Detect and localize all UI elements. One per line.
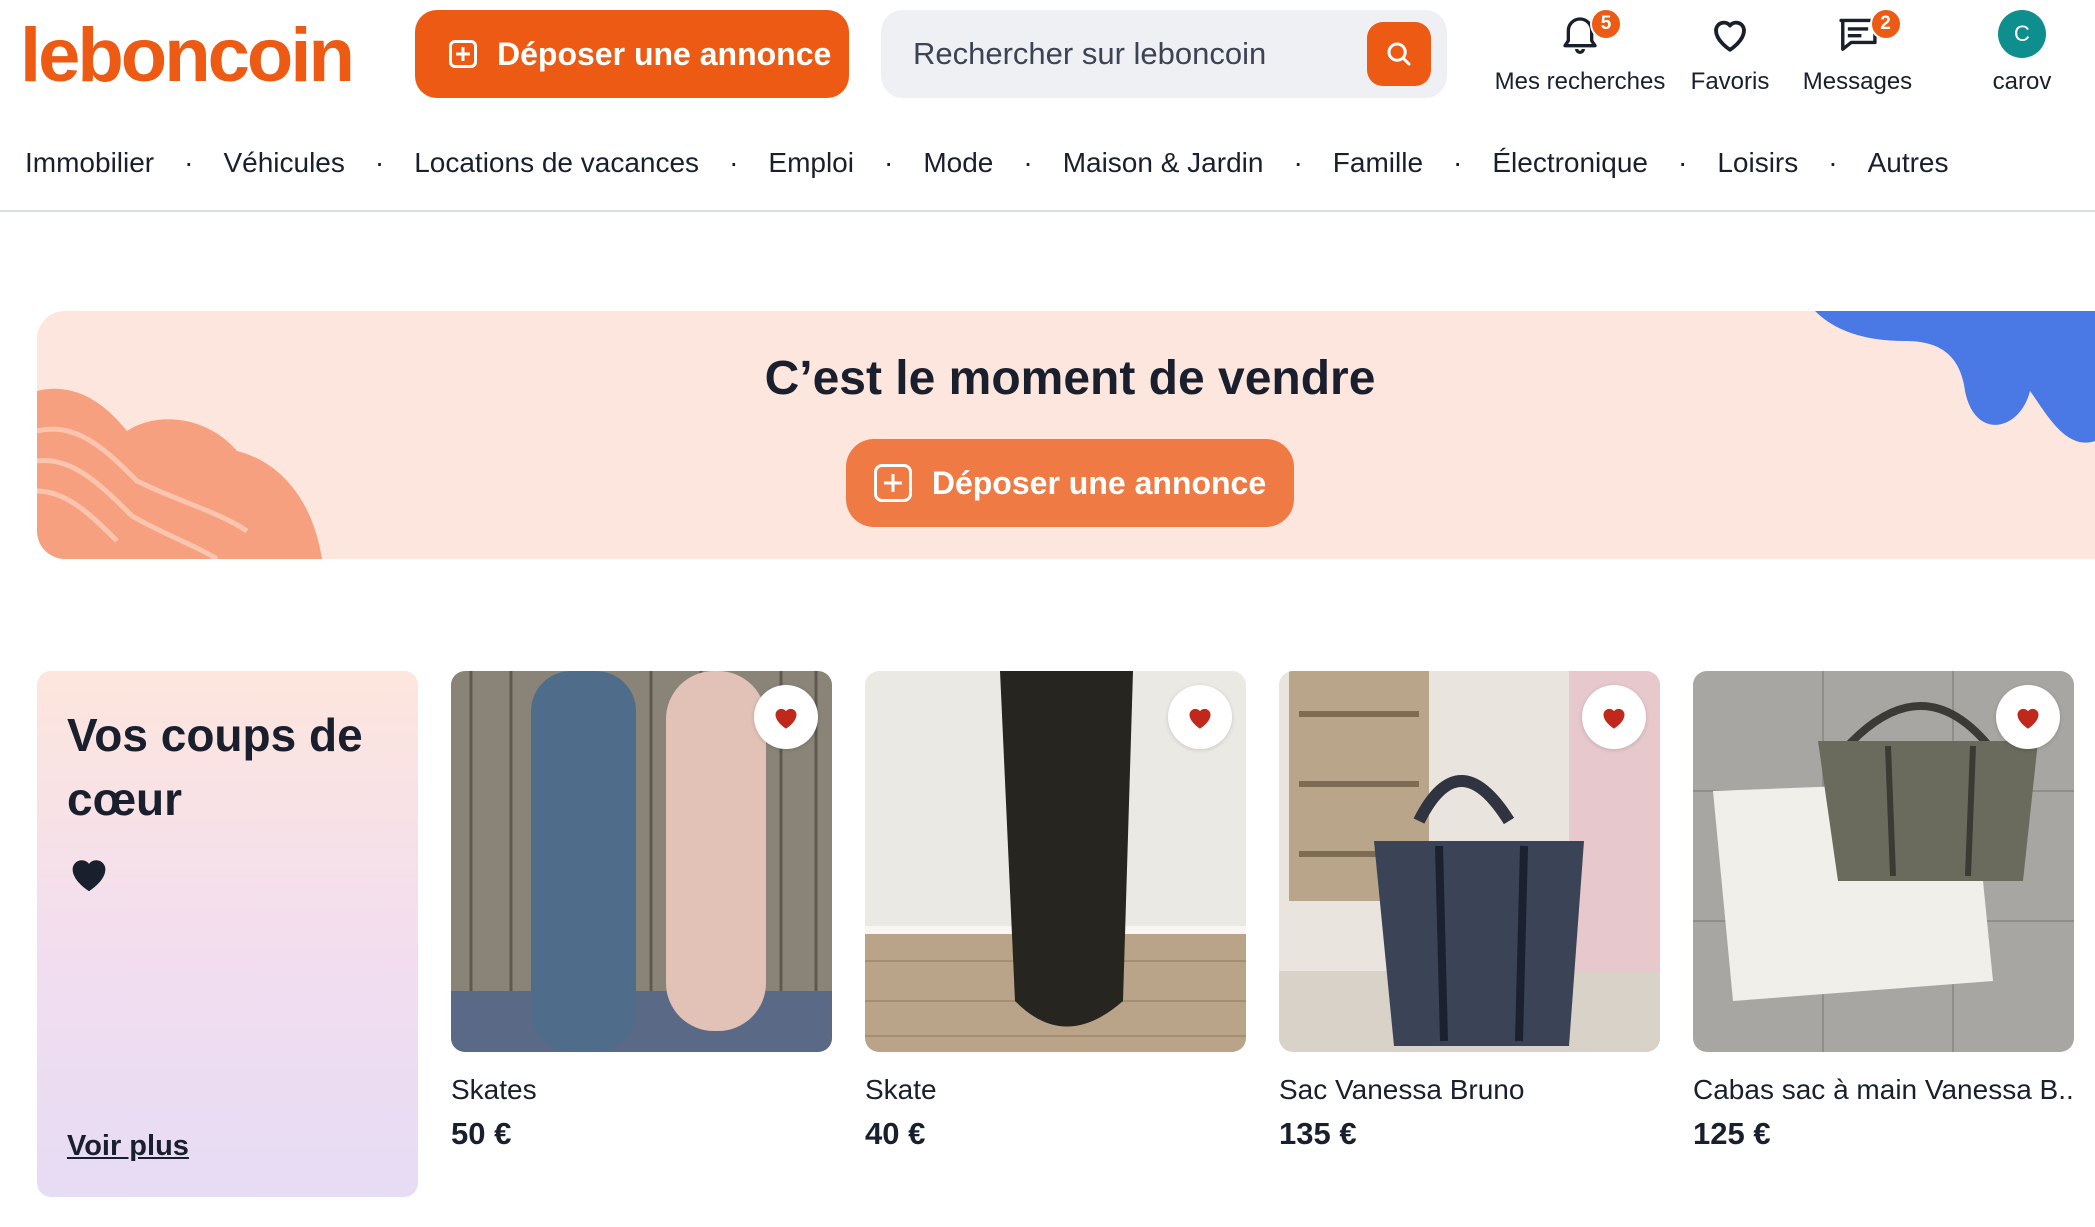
nav-account[interactable]: C carov [1972, 6, 2072, 106]
favorite-toggle-button[interactable] [1582, 685, 1646, 749]
favorite-toggle-button[interactable] [754, 685, 818, 749]
messages-badge: 2 [1869, 8, 1902, 40]
listing-card[interactable]: Sac Vanessa Bruno 135 € [1279, 671, 1660, 1152]
search-icon [1387, 42, 1411, 66]
separator-dot: · [883, 147, 894, 178]
category-loisirs[interactable]: Loisirs [1717, 147, 1798, 179]
nav-label: carov [1992, 68, 2052, 95]
separator-dot: · [1828, 147, 1838, 178]
leboncoin-logo[interactable]: leboncoin [20, 16, 355, 96]
separator-dot: · [1023, 147, 1033, 178]
listing-photo[interactable] [1279, 671, 1660, 1052]
banner-title: C’est le moment de vendre [764, 352, 1376, 405]
sell-banner: C’est le moment de vendre Déposer une an… [37, 311, 2095, 559]
separator-dot: · [184, 147, 194, 178]
separator-dot: · [1293, 147, 1303, 178]
separator-dot: · [374, 147, 385, 178]
heart-icon [1714, 20, 1746, 52]
post-ad-button[interactable]: Déposer une annonce [415, 10, 849, 98]
listing-photo[interactable] [1693, 671, 2074, 1052]
heart-filled-icon [2017, 708, 2039, 729]
separator-dot: · [1453, 147, 1463, 178]
nav-favoris[interactable]: Favoris [1680, 6, 1780, 106]
favorites-title: Vos coups de cœur [67, 709, 363, 825]
category-immobilier[interactable]: Immobilier [25, 147, 154, 179]
banner-post-ad-button[interactable]: Déposer une annonce [846, 439, 1294, 527]
listing-price: 50 € [451, 1116, 512, 1151]
category-locations-vacances[interactable]: Locations de vacances [414, 147, 699, 179]
favorite-toggle-button[interactable] [1168, 685, 1232, 749]
category-nav: Immobilier · Véhicules · Locations de vaca… [0, 128, 2095, 198]
search-button[interactable] [1367, 22, 1431, 86]
nav-messages[interactable]: 2 Messages [1800, 6, 1915, 106]
nav-label: Mes recherches [1494, 68, 1666, 95]
listing-photo[interactable] [865, 671, 1246, 1052]
listing-price: 125 € [1693, 1116, 1771, 1151]
nav-label: Favoris [1690, 68, 1770, 95]
see-more-link[interactable]: Voir plus [67, 1130, 189, 1163]
category-famille[interactable]: Famille [1333, 147, 1423, 179]
listing-card[interactable]: Skate 40 € [865, 671, 1246, 1152]
category-maison-jardin[interactable]: Maison & Jardin [1063, 147, 1264, 179]
heart-icon [67, 853, 388, 898]
listing-photo[interactable] [451, 671, 832, 1052]
heart-filled-icon [775, 708, 797, 729]
category-vehicules[interactable]: Véhicules [223, 147, 344, 179]
search-bar[interactable]: Rechercher sur leboncoin [881, 10, 1447, 98]
search-input[interactable]: Rechercher sur leboncoin [913, 36, 1266, 72]
decorative-shape-left [37, 388, 322, 559]
listing-price: 135 € [1279, 1116, 1357, 1151]
category-autres[interactable]: Autres [1868, 147, 1949, 179]
plus-square-icon [449, 40, 477, 68]
banner-button-label: Déposer une annonce [931, 464, 1267, 501]
listing-title: Sac Vanessa Bruno [1279, 1074, 1525, 1105]
separator-dot: · [1678, 147, 1688, 178]
category-electronique[interactable]: Électronique [1492, 147, 1648, 179]
plus-square-icon [873, 464, 912, 502]
heart-filled-icon [1603, 708, 1625, 729]
category-emploi[interactable]: Emploi [768, 147, 854, 179]
listing-title: Cabas sac à main Vanessa B... [1693, 1074, 2074, 1105]
favorites-card: Vos coups de cœur Voir plus [37, 671, 418, 1197]
category-mode[interactable]: Mode [923, 147, 993, 179]
separator-dot: · [729, 147, 739, 178]
listing-price: 40 € [865, 1116, 926, 1151]
nav-label: Messages [1802, 68, 1913, 95]
favorite-toggle-button[interactable] [1996, 685, 2060, 749]
avatar: C [1998, 10, 2046, 58]
listing-title: Skates [451, 1074, 537, 1105]
nav-mes-recherches[interactable]: 5 Mes recherches [1490, 6, 1670, 106]
listing-card[interactable]: Cabas sac à main Vanessa B... 125 € [1693, 671, 2074, 1152]
heart-filled-icon [1189, 708, 1211, 729]
site-header: leboncoin Déposer une annonce Rechercher… [0, 0, 2095, 212]
searches-badge: 5 [1590, 8, 1622, 40]
listing-title: Skate [865, 1074, 937, 1105]
listing-card[interactable]: Skates 50 € [451, 671, 832, 1152]
post-ad-label: Déposer une annonce [497, 35, 832, 72]
